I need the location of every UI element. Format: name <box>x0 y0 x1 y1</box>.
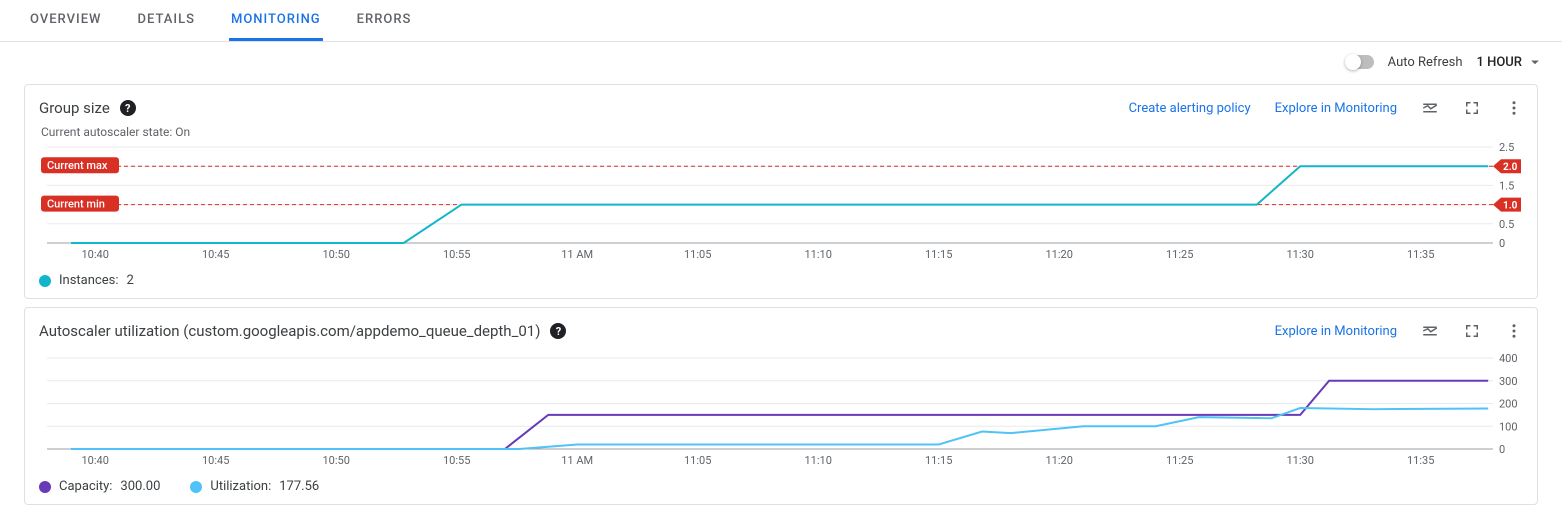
legend-dot-icon <box>39 275 51 287</box>
tab-monitoring[interactable]: MONITORING <box>229 0 323 41</box>
svg-text:11:35: 11:35 <box>1407 454 1434 467</box>
legend-dot-icon <box>39 481 51 493</box>
svg-text:10:45: 10:45 <box>202 248 229 261</box>
svg-text:11:20: 11:20 <box>1045 454 1072 467</box>
svg-text:11:15: 11:15 <box>925 248 952 261</box>
more-vert-icon[interactable] <box>1505 322 1523 340</box>
legend-name: Instances: <box>59 273 118 288</box>
auto-refresh-label: Auto Refresh <box>1388 55 1463 70</box>
svg-text:1.5: 1.5 <box>1499 179 1514 192</box>
svg-text:1.0: 1.0 <box>1503 201 1518 212</box>
svg-text:11:25: 11:25 <box>1166 454 1193 467</box>
svg-text:0: 0 <box>1499 443 1505 456</box>
legend-name: Utilization: <box>210 479 271 494</box>
legend-dot-icon <box>190 481 202 493</box>
card-autoscaler-utilization: Autoscaler utilization (custom.googleapi… <box>24 307 1538 505</box>
svg-text:11:35: 11:35 <box>1407 248 1434 261</box>
svg-text:11:05: 11:05 <box>684 454 711 467</box>
svg-text:Current max: Current max <box>47 159 108 172</box>
more-vert-icon[interactable] <box>1505 99 1523 117</box>
auto-refresh-toggle[interactable] <box>1346 55 1374 69</box>
svg-text:10:50: 10:50 <box>322 248 349 261</box>
svg-text:11:20: 11:20 <box>1045 248 1072 261</box>
svg-text:10:50: 10:50 <box>322 454 349 467</box>
svg-text:11 AM: 11 AM <box>561 454 593 467</box>
time-range-value: 1 HOUR <box>1477 55 1523 70</box>
svg-text:2.5: 2.5 <box>1499 143 1514 154</box>
svg-text:11:05: 11:05 <box>684 248 711 261</box>
svg-text:10:55: 10:55 <box>443 454 470 467</box>
fullscreen-icon[interactable] <box>1463 99 1481 117</box>
svg-text:100: 100 <box>1499 420 1518 433</box>
chart-toolbar: Auto Refresh 1 HOUR <box>0 42 1562 78</box>
help-icon[interactable]: ? <box>550 323 566 339</box>
svg-text:11:10: 11:10 <box>804 454 831 467</box>
svg-text:10:55: 10:55 <box>443 248 470 261</box>
explore-in-monitoring-link[interactable]: Explore in Monitoring <box>1275 324 1397 339</box>
card-title: Autoscaler utilization (custom.googleapi… <box>39 322 540 340</box>
svg-text:0.5: 0.5 <box>1499 218 1514 231</box>
autoscaler-state-label: Current autoscaler state: On <box>41 125 1523 139</box>
svg-text:300: 300 <box>1499 375 1518 388</box>
svg-text:400: 400 <box>1499 354 1518 365</box>
time-range-select[interactable]: 1 HOUR <box>1477 53 1545 71</box>
tab-bar: OVERVIEW DETAILS MONITORING ERRORS <box>0 0 1562 42</box>
legend-capacity[interactable]: Capacity: 300.00 <box>39 479 160 494</box>
card-title: Group size <box>39 99 110 117</box>
svg-text:10:40: 10:40 <box>81 248 108 261</box>
group-size-chart: 00.511.522.510:4010:4510:5010:5511 AM11:… <box>39 143 1529 263</box>
legend-value: 2 <box>126 273 133 288</box>
svg-text:11:10: 11:10 <box>804 248 831 261</box>
svg-text:Current min: Current min <box>47 198 105 211</box>
svg-text:11:25: 11:25 <box>1166 248 1193 261</box>
fullscreen-icon[interactable] <box>1463 322 1481 340</box>
svg-text:10:40: 10:40 <box>81 454 108 467</box>
legend-toggle-icon[interactable] <box>1421 99 1439 117</box>
svg-text:200: 200 <box>1499 398 1518 411</box>
chevron-down-icon <box>1526 53 1544 71</box>
svg-text:11:30: 11:30 <box>1286 454 1313 467</box>
svg-text:2.0: 2.0 <box>1503 162 1518 173</box>
legend-toggle-icon[interactable] <box>1421 322 1439 340</box>
svg-text:0: 0 <box>1499 237 1505 250</box>
tab-overview[interactable]: OVERVIEW <box>28 0 103 41</box>
utilization-chart: 0 100 200 300 400 10:40 10:45 10:50 10:55 11 AM 11… <box>39 354 1529 469</box>
svg-text:11:15: 11:15 <box>925 454 952 467</box>
create-alerting-policy-link[interactable]: Create alerting policy <box>1129 101 1251 116</box>
legend-name: Capacity: <box>59 479 112 494</box>
legend-value: 177.56 <box>279 479 319 494</box>
tab-errors[interactable]: ERRORS <box>355 0 414 41</box>
card-group-size: Group size ? Create alerting policy Expl… <box>24 84 1538 299</box>
svg-text:11:30: 11:30 <box>1286 248 1313 261</box>
explore-in-monitoring-link[interactable]: Explore in Monitoring <box>1275 101 1397 116</box>
legend-instances[interactable]: Instances: 2 <box>39 273 134 288</box>
svg-text:10:45: 10:45 <box>202 454 229 467</box>
legend-utilization[interactable]: Utilization: 177.56 <box>190 479 319 494</box>
help-icon[interactable]: ? <box>120 100 136 116</box>
tab-details[interactable]: DETAILS <box>135 0 196 41</box>
svg-text:11 AM: 11 AM <box>561 248 593 261</box>
legend-value: 300.00 <box>120 479 160 494</box>
